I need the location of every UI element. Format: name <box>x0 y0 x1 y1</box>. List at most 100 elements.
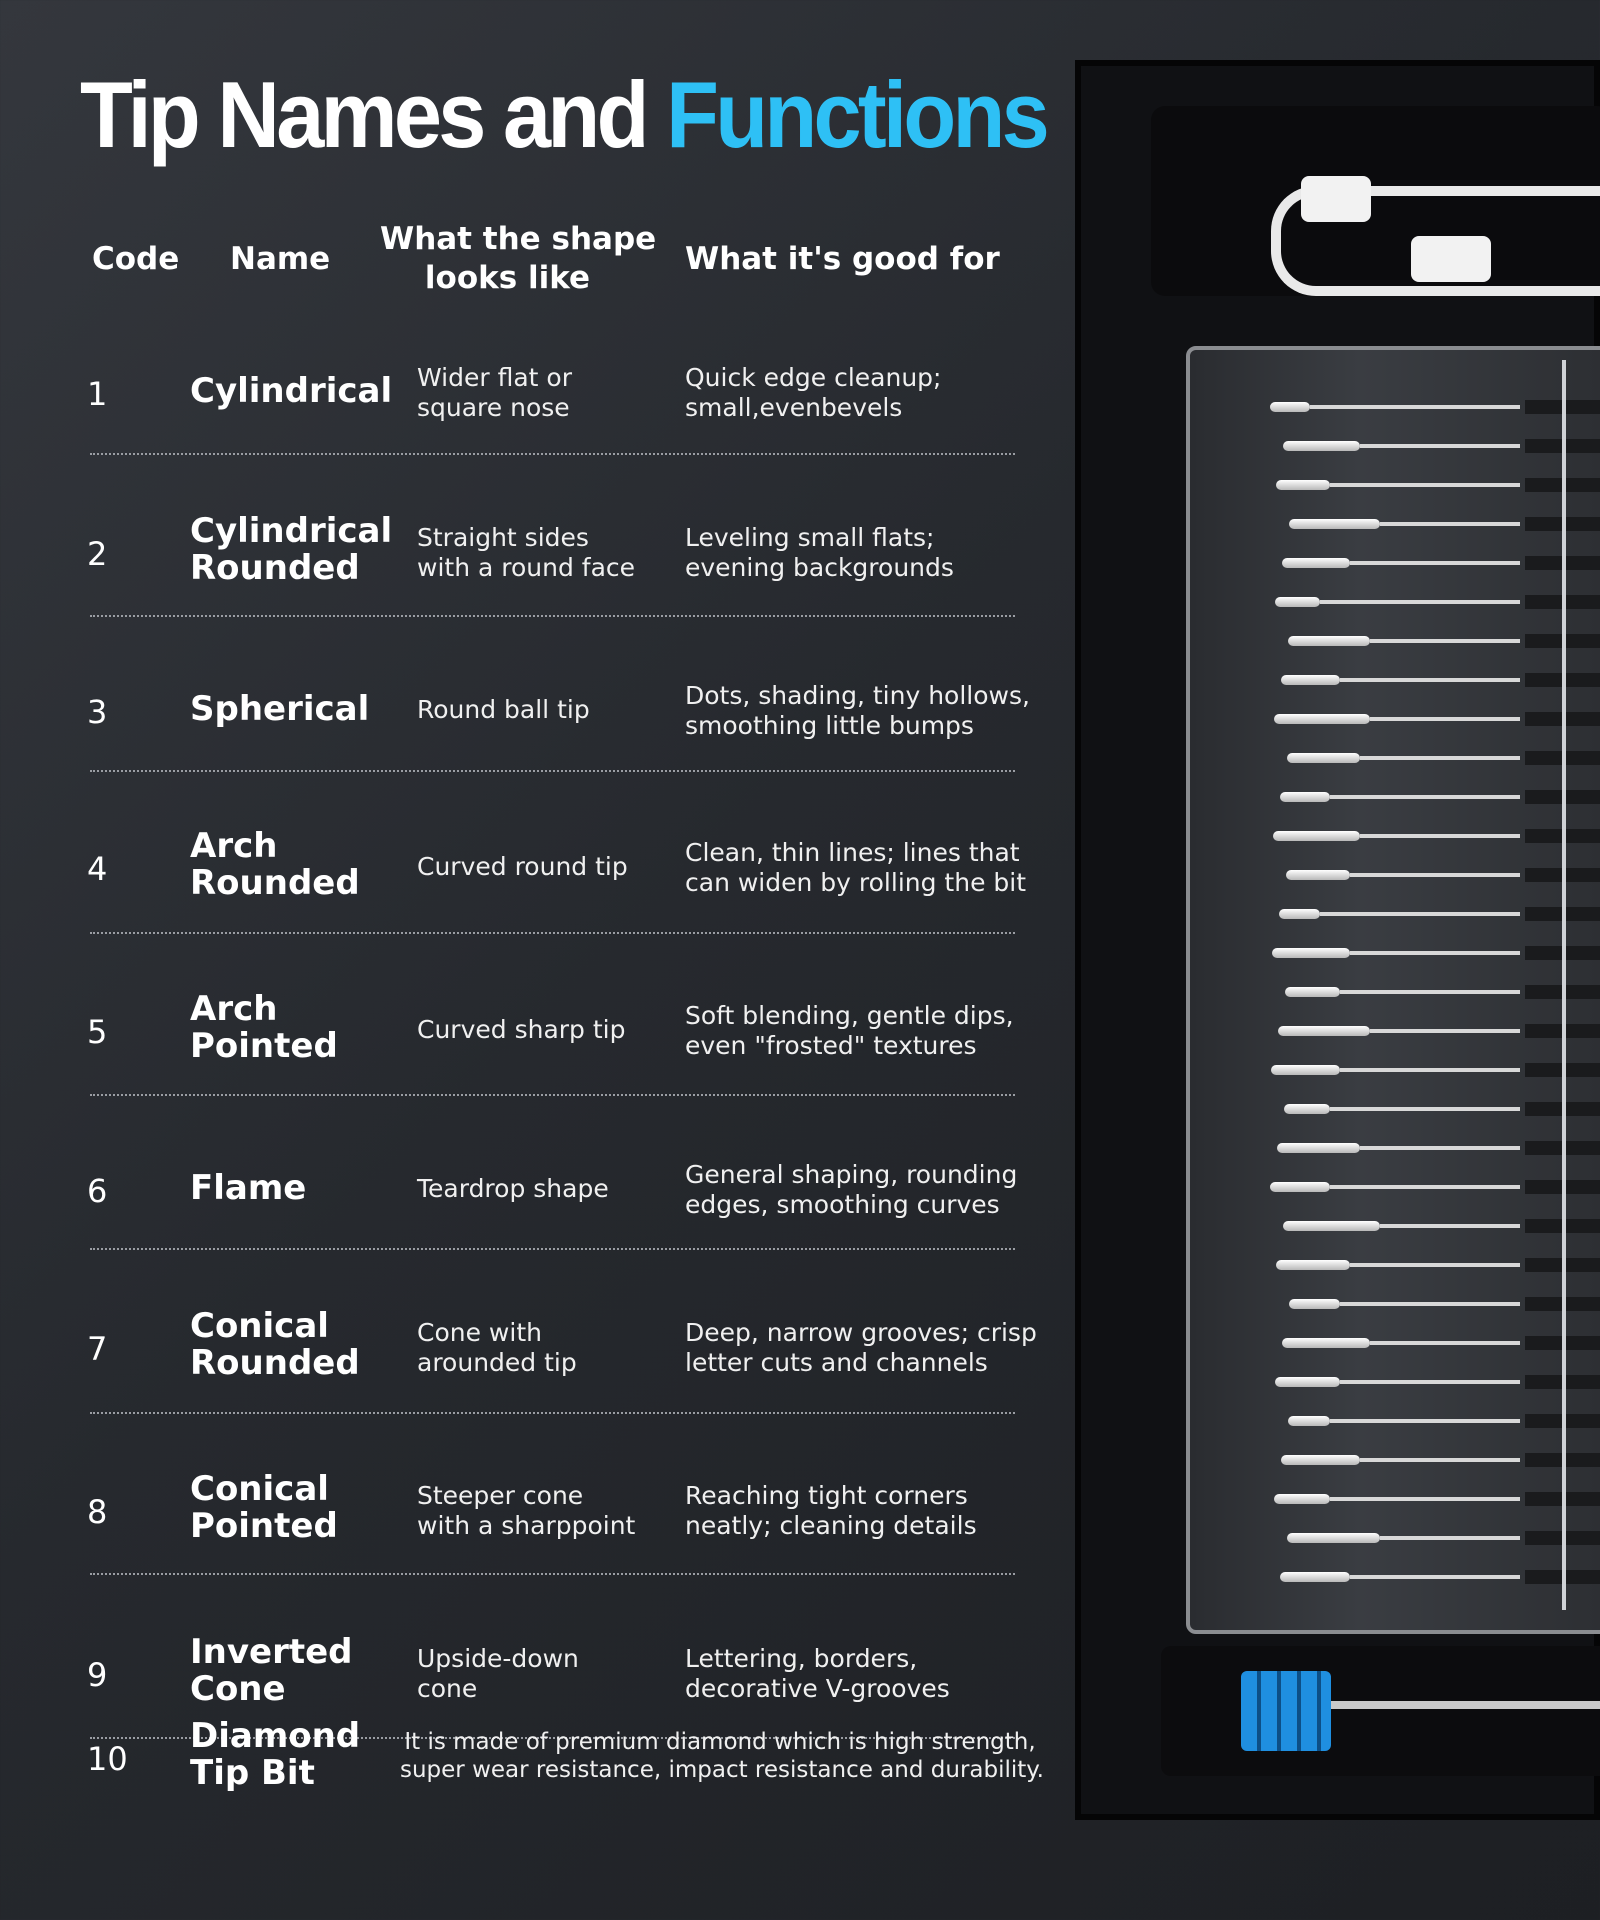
bit-head <box>1276 1260 1350 1270</box>
bit-shank <box>1340 1302 1520 1306</box>
row-name-line1: Conical <box>190 1306 329 1346</box>
row-divider <box>90 770 1015 772</box>
bit-head <box>1287 753 1360 763</box>
bit-shank <box>1330 1107 1520 1111</box>
bit-head <box>1285 987 1340 997</box>
row-code: 10 <box>87 1740 128 1778</box>
row-name-line2: Tip Bit <box>190 1753 315 1793</box>
product-photo <box>1075 60 1600 1820</box>
bit-head <box>1274 1494 1330 1504</box>
row-shape-line2: cone <box>417 1674 478 1703</box>
row-name-line1: Diamond <box>190 1716 361 1756</box>
row-good-line2: neatly; cleaning details <box>685 1511 977 1540</box>
row-good-for: Soft blending, gentle dips, even "frosted… <box>685 1001 1035 1061</box>
row-name: Inverted Cone <box>190 1634 353 1708</box>
header-shape-line2: looks like <box>424 260 591 296</box>
bit-shank <box>1310 405 1520 409</box>
row-desc-line1: It is made of premium diamond which is h… <box>404 1729 1036 1755</box>
row-good-for: Deep, narrow grooves; crisp letter cuts a… <box>685 1318 1037 1378</box>
row-good-line2: can widen by rolling the bit <box>685 868 1027 897</box>
row-good-line1: Soft blending, gentle dips, <box>685 1001 1014 1030</box>
row-name-line1: Inverted <box>190 1632 353 1672</box>
row-good-line1: Reaching tight corners <box>685 1481 968 1510</box>
row-good-line1: Quick edge cleanup; <box>685 363 942 392</box>
bit-shank <box>1350 951 1520 955</box>
bit-head <box>1276 480 1330 490</box>
row-shape-line1: Teardrop shape <box>417 1174 609 1203</box>
bit-head <box>1277 1143 1360 1153</box>
row-code: 9 <box>87 1656 108 1694</box>
bit-storage-case <box>1186 346 1600 1634</box>
row-divider <box>90 1412 1015 1414</box>
bit-shank <box>1320 600 1520 604</box>
bit-head <box>1275 1377 1340 1387</box>
case-rail <box>1562 360 1566 1610</box>
row-code: 1 <box>87 375 108 413</box>
row-name-line2: Cone <box>190 1669 286 1709</box>
bit-head <box>1289 1299 1340 1309</box>
bit-shank <box>1360 1146 1520 1150</box>
bit-head <box>1280 792 1330 802</box>
row-shape: Steeper cone with a sharppoint <box>417 1481 647 1541</box>
tool-tray <box>1161 1646 1600 1776</box>
bit-shank <box>1360 1458 1520 1462</box>
bit-head <box>1288 636 1370 646</box>
bit-head <box>1287 1533 1380 1543</box>
row-good-for: Quick edge cleanup; small,evenbevels <box>685 363 1035 423</box>
row-name-line2: Pointed <box>190 1026 338 1066</box>
bit-shank <box>1350 561 1520 565</box>
usb-plug <box>1301 176 1371 222</box>
row-shape: Round ball tip <box>417 695 647 725</box>
bit-set <box>1190 350 1600 1630</box>
row-name-line1: Spherical <box>190 689 370 729</box>
row-desc-line2: super wear resistance, impact resistance… <box>400 1757 1044 1783</box>
row-name: Flame <box>190 1170 306 1207</box>
row-good-line2: letter cuts and channels <box>685 1348 988 1377</box>
bit-shank <box>1350 873 1520 877</box>
row-name-line1: Arch <box>190 989 278 1029</box>
row-good-for: Clean, thin lines; lines that can widen b… <box>685 838 1035 898</box>
bit-shank <box>1350 1575 1520 1579</box>
bit-shank <box>1370 1341 1520 1345</box>
title-part2: Functions <box>666 62 1050 167</box>
row-good-line2: edges, smoothing curves <box>685 1190 1000 1219</box>
header-name: Name <box>230 241 331 277</box>
row-name: Diamond Tip Bit <box>190 1718 360 1792</box>
bit-head <box>1283 441 1360 451</box>
row-name-line1: Cylindrical <box>190 371 393 411</box>
row-name-line2: Pointed <box>190 1506 338 1546</box>
row-good-for: Leveling small flats; evening backgrounds <box>685 523 1035 583</box>
row-name: Arch Rounded <box>190 828 360 902</box>
row-name: Conical Rounded <box>190 1308 360 1382</box>
row-good-line1: Deep, narrow grooves; crisp <box>685 1318 1037 1347</box>
row-shape-line1: Steeper cone <box>417 1481 584 1510</box>
row-shape: Cone with arounded tip <box>417 1318 647 1378</box>
row-shape-line1: Straight sides <box>417 523 589 552</box>
bit-head <box>1270 1182 1330 1192</box>
header-good: What it's good for <box>685 241 1000 277</box>
bit-shank <box>1330 483 1520 487</box>
bit-shank <box>1320 912 1520 916</box>
row-good-line1: Dots, shading, tiny hollows, <box>685 681 1030 710</box>
bit-shank <box>1340 678 1520 682</box>
usb-plug-2 <box>1411 236 1491 282</box>
row-shape-line2: square nose <box>417 393 570 422</box>
row-shape-line1: Round ball tip <box>417 695 590 724</box>
row-shape-line1: Upside-down <box>417 1644 579 1673</box>
row-shape-line2: with a sharppoint <box>417 1511 636 1540</box>
bit-head <box>1272 948 1350 958</box>
row-divider <box>90 615 1015 617</box>
row-shape: Curved sharp tip <box>417 1015 647 1045</box>
bit-shank <box>1370 1029 1520 1033</box>
bit-shank <box>1370 717 1520 721</box>
bit-head <box>1282 558 1350 568</box>
bit-shank <box>1340 1068 1520 1072</box>
bit-head <box>1281 1455 1360 1465</box>
bit-shank <box>1380 1536 1520 1540</box>
bit-head <box>1271 1065 1340 1075</box>
row-name: Cylindrical <box>190 373 392 410</box>
row-good-line2: small,evenbevels <box>685 393 903 422</box>
row-code: 8 <box>87 1493 108 1531</box>
bit-shank <box>1360 444 1520 448</box>
row-code: 6 <box>87 1172 108 1210</box>
